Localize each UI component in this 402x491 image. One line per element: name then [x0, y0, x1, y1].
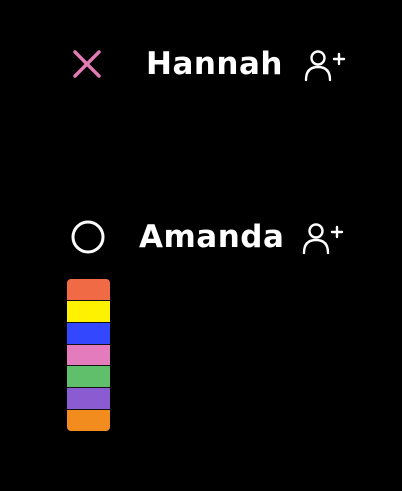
player-row-amanda: Amanda: [0, 207, 402, 267]
player-row-hannah: Hannah: [0, 34, 402, 94]
x-icon: [69, 46, 105, 82]
color-palette: [67, 279, 110, 431]
color-swatch-purple[interactable]: [67, 388, 110, 411]
circle-icon: [70, 219, 106, 255]
color-swatch-orange-red[interactable]: [67, 279, 110, 301]
color-swatch-orange[interactable]: [67, 410, 110, 431]
add-user-icon[interactable]: [304, 48, 348, 82]
color-swatch-pink[interactable]: [67, 344, 110, 367]
add-user-icon[interactable]: [302, 221, 346, 255]
player-name: Hannah: [146, 46, 283, 82]
player-name: Amanda: [139, 219, 285, 255]
color-swatch-yellow[interactable]: [67, 300, 110, 323]
color-swatch-green[interactable]: [67, 366, 110, 389]
color-swatch-blue[interactable]: [67, 322, 110, 345]
